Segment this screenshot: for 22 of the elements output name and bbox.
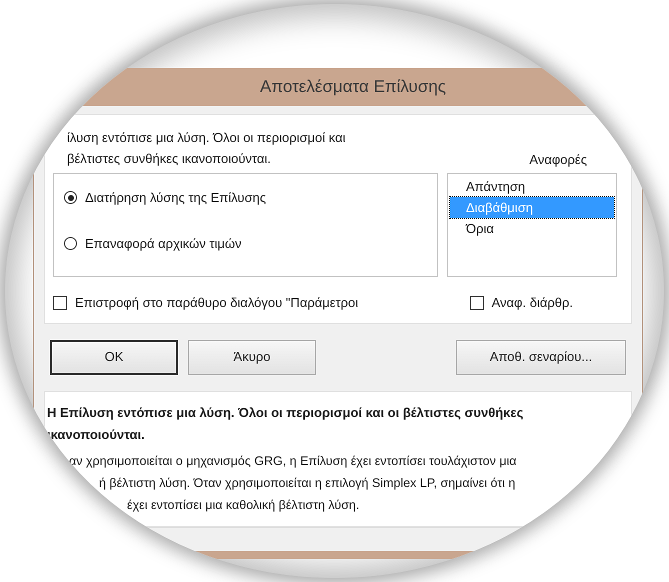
description-text: έχει εντοπίσει μια καθολική βέλτιστη λύση.: [126, 496, 360, 514]
checkbox-label: Αναφ. διάρθρ.: [492, 294, 573, 312]
radio-label: Επαναφορά αρχικών τιμών: [85, 234, 242, 253]
cancel-button[interactable]: Άκυρο: [188, 340, 316, 374]
ok-button[interactable]: OK: [50, 340, 178, 374]
radio-label: Διατήρηση λύσης της Επίλυσης: [85, 189, 266, 207]
description-heading: Η Επίλυση εντόπισε μια λύση. Όλοι οι περιορισμοί και οι βέλτιστες συνθήκες: [47, 404, 524, 422]
reports-label: Αναφορές: [529, 150, 587, 169]
list-item[interactable]: Απάντηση: [450, 176, 614, 197]
radio-button[interactable]: [64, 236, 77, 250]
radio-button[interactable]: [64, 191, 77, 204]
checkbox[interactable]: [470, 296, 484, 310]
checkbox[interactable]: [53, 296, 67, 310]
description-heading: ικανοποιούνται.: [47, 426, 146, 444]
message-text: βέλτιστες συνθήκες ικανοποιούνται.: [67, 150, 272, 168]
window-title: Αποτελέσματα Επίλυσης: [260, 76, 446, 98]
reports-list[interactable]: Απάντηση Διαβάθμιση Όρια: [447, 173, 617, 277]
list-item[interactable]: Όρια: [450, 218, 614, 239]
checkbox-label: Επιστροφή στο παράθυρο διαλόγου "Παράμετροι: [75, 294, 358, 312]
save-scenario-button[interactable]: Αποθ. σεναρίου...: [456, 340, 626, 374]
message-text: ίλυση εντόπισε μια λύση. Όλοι οι περιορισμοί και: [67, 129, 346, 147]
description-text: ή βέλτιστη λύση. Όταν χρησιμοποιείται η επιλογή Simplex LP, σημαίνει ότι η: [98, 474, 516, 492]
